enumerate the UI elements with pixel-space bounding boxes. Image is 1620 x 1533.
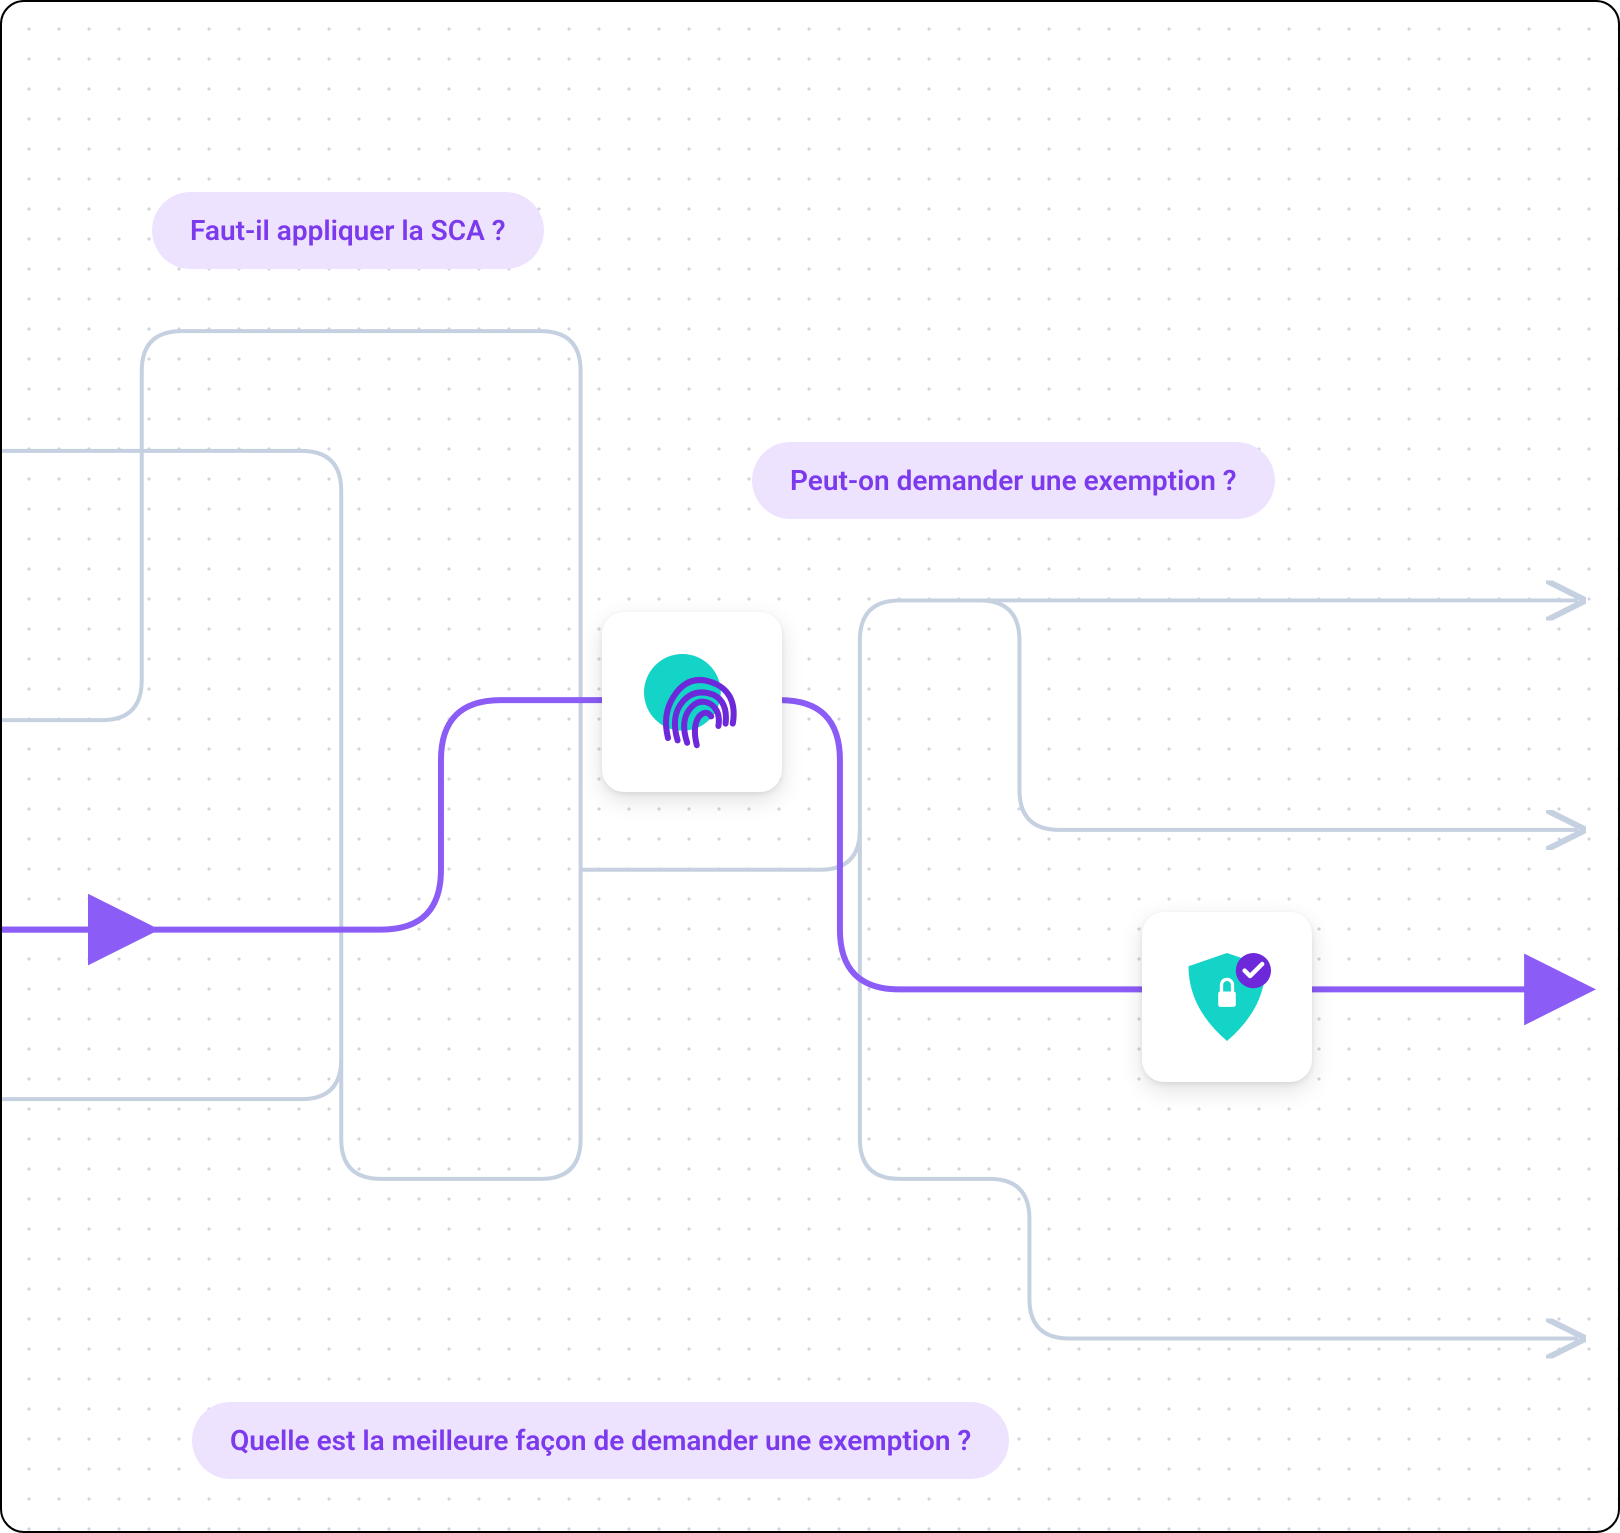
fingerprint-node bbox=[602, 612, 782, 792]
shield-node bbox=[1142, 912, 1312, 1082]
question-3-text: Quelle est la meilleure façon de demande… bbox=[230, 1424, 971, 1457]
question-pill-1: Faut-il appliquer la SCA ? bbox=[152, 192, 544, 269]
question-pill-3: Quelle est la meilleure façon de demande… bbox=[192, 1402, 1009, 1479]
question-1-text: Faut-il appliquer la SCA ? bbox=[190, 214, 506, 247]
fingerprint-icon bbox=[632, 642, 752, 762]
shield-check-icon bbox=[1172, 942, 1282, 1052]
question-pill-2: Peut-on demander une exemption ? bbox=[752, 442, 1275, 519]
diagram-canvas: Faut-il appliquer la SCA ? Peut-on deman… bbox=[0, 0, 1620, 1533]
question-2-text: Peut-on demander une exemption ? bbox=[790, 464, 1237, 497]
